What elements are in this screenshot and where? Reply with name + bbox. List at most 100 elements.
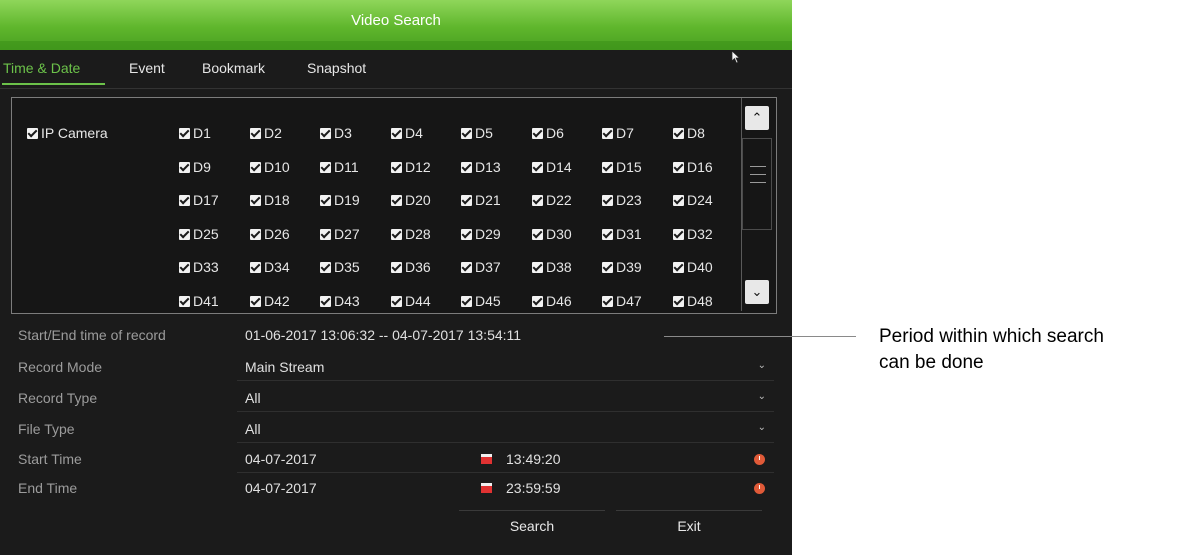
- checkbox-checked-icon: [250, 128, 261, 139]
- channel-checkbox[interactable]: D44: [391, 293, 431, 309]
- checkbox-checked-icon: [602, 195, 613, 206]
- start-date-input[interactable]: 04-07-2017: [245, 451, 317, 467]
- channel-label: D9: [193, 159, 211, 175]
- channel-label: D6: [546, 125, 564, 141]
- channel-checkbox[interactable]: D1: [179, 125, 211, 141]
- channel-checkbox[interactable]: D24: [673, 192, 713, 208]
- chevron-down-icon[interactable]: ⌄: [758, 360, 766, 371]
- channel-checkbox[interactable]: D12: [391, 159, 431, 175]
- channel-checkbox[interactable]: D45: [461, 293, 501, 309]
- chevron-down-icon[interactable]: ⌄: [758, 422, 766, 433]
- clock-icon[interactable]: [754, 454, 765, 465]
- channel-checkbox[interactable]: D18: [250, 192, 290, 208]
- file-type-select[interactable]: All: [245, 421, 261, 437]
- callout-leader-line: [664, 336, 856, 337]
- channel-checkbox[interactable]: D22: [532, 192, 572, 208]
- end-date-input[interactable]: 04-07-2017: [245, 480, 317, 496]
- channel-checkbox[interactable]: D27: [320, 226, 360, 242]
- channel-label: D5: [475, 125, 493, 141]
- channel-checkbox[interactable]: D38: [532, 259, 572, 275]
- channel-checkbox[interactable]: D21: [461, 192, 501, 208]
- channel-checkbox[interactable]: D29: [461, 226, 501, 242]
- channel-checkbox[interactable]: D2: [250, 125, 282, 141]
- checkbox-checked-icon: [179, 262, 190, 273]
- end-time-input[interactable]: 23:59:59: [506, 480, 561, 496]
- channel-checkbox[interactable]: D25: [179, 226, 219, 242]
- channel-checkbox[interactable]: D4: [391, 125, 423, 141]
- record-mode-select[interactable]: Main Stream: [245, 359, 324, 375]
- checkbox-checked-icon: [179, 195, 190, 206]
- tab-event[interactable]: Event: [129, 60, 165, 76]
- channel-checkbox[interactable]: D26: [250, 226, 290, 242]
- channel-checkbox[interactable]: D9: [179, 159, 211, 175]
- channel-checkbox[interactable]: D35: [320, 259, 360, 275]
- tab-time-date[interactable]: Time & Date: [3, 60, 80, 76]
- channel-checkbox[interactable]: D40: [673, 259, 713, 275]
- start-time-input[interactable]: 13:49:20: [506, 451, 561, 467]
- calendar-icon[interactable]: [481, 454, 492, 464]
- channel-checkbox[interactable]: D11: [320, 159, 359, 175]
- channel-checkbox[interactable]: D43: [320, 293, 360, 309]
- channel-checkbox[interactable]: D48: [673, 293, 713, 309]
- channel-label: D43: [334, 293, 360, 309]
- scroll-down-button[interactable]: ⌄: [745, 280, 769, 304]
- channel-label: D2: [264, 125, 282, 141]
- channel-label: D23: [616, 192, 642, 208]
- channel-checkbox[interactable]: D14: [532, 159, 572, 175]
- checkbox-checked-icon: [461, 128, 472, 139]
- record-type-select[interactable]: All: [245, 390, 261, 406]
- channel-checkbox[interactable]: D28: [391, 226, 431, 242]
- channel-checkbox[interactable]: D46: [532, 293, 572, 309]
- clock-icon[interactable]: [754, 483, 765, 494]
- channel-checkbox[interactable]: D8: [673, 125, 705, 141]
- mouse-pointer-icon: [731, 50, 741, 64]
- channel-checkbox[interactable]: D47: [602, 293, 642, 309]
- channel-label: D10: [264, 159, 290, 175]
- channel-checkbox[interactable]: D33: [179, 259, 219, 275]
- channel-checkbox[interactable]: D5: [461, 125, 493, 141]
- file-type-label: File Type: [18, 421, 75, 437]
- channel-label: D15: [616, 159, 642, 175]
- checkbox-checked-icon: [250, 262, 261, 273]
- channel-checkbox[interactable]: D17: [179, 192, 219, 208]
- scroll-up-button[interactable]: ⌃: [745, 106, 769, 130]
- tab-snapshot[interactable]: Snapshot: [307, 60, 366, 76]
- checkbox-checked-icon: [320, 229, 331, 240]
- checkbox-checked-icon: [673, 262, 684, 273]
- channel-checkbox[interactable]: D36: [391, 259, 431, 275]
- chevron-down-icon[interactable]: ⌄: [758, 391, 766, 402]
- channel-label: D14: [546, 159, 572, 175]
- channel-checkbox[interactable]: D31: [602, 226, 642, 242]
- channel-checkbox[interactable]: D16: [673, 159, 713, 175]
- exit-button[interactable]: Exit: [616, 510, 762, 551]
- window-title: Video Search: [351, 12, 441, 29]
- channel-checkbox[interactable]: D7: [602, 125, 634, 141]
- channel-checkbox[interactable]: D39: [602, 259, 642, 275]
- record-type-row: Record Type All ⌄: [0, 384, 792, 413]
- scrollbar-thumb[interactable]: [742, 138, 772, 230]
- channel-label: D38: [546, 259, 572, 275]
- search-button[interactable]: Search: [459, 510, 605, 551]
- channel-checkbox[interactable]: D3: [320, 125, 352, 141]
- channel-checkbox[interactable]: D41: [179, 293, 219, 309]
- channel-checkbox[interactable]: D37: [461, 259, 501, 275]
- channel-checkbox[interactable]: D23: [602, 192, 642, 208]
- tab-bookmark[interactable]: Bookmark: [202, 60, 265, 76]
- channel-checkbox[interactable]: D30: [532, 226, 572, 242]
- channel-checkbox[interactable]: D19: [320, 192, 360, 208]
- channel-checkbox[interactable]: D10: [250, 159, 290, 175]
- channel-checkbox[interactable]: D6: [532, 125, 564, 141]
- channel-label: D21: [475, 192, 501, 208]
- active-tab-underline: [2, 83, 105, 85]
- channel-checkbox[interactable]: D42: [250, 293, 290, 309]
- channel-checkbox[interactable]: D15: [602, 159, 642, 175]
- channel-label: D17: [193, 192, 219, 208]
- channel-checkbox[interactable]: D32: [673, 226, 713, 242]
- title-bar-stripe: [0, 41, 792, 50]
- ip-camera-checkbox[interactable]: IP Camera: [27, 125, 108, 141]
- channel-checkbox[interactable]: D13: [461, 159, 501, 175]
- calendar-icon[interactable]: [481, 483, 492, 493]
- channel-label: D11: [334, 159, 359, 175]
- channel-checkbox[interactable]: D34: [250, 259, 290, 275]
- channel-checkbox[interactable]: D20: [391, 192, 431, 208]
